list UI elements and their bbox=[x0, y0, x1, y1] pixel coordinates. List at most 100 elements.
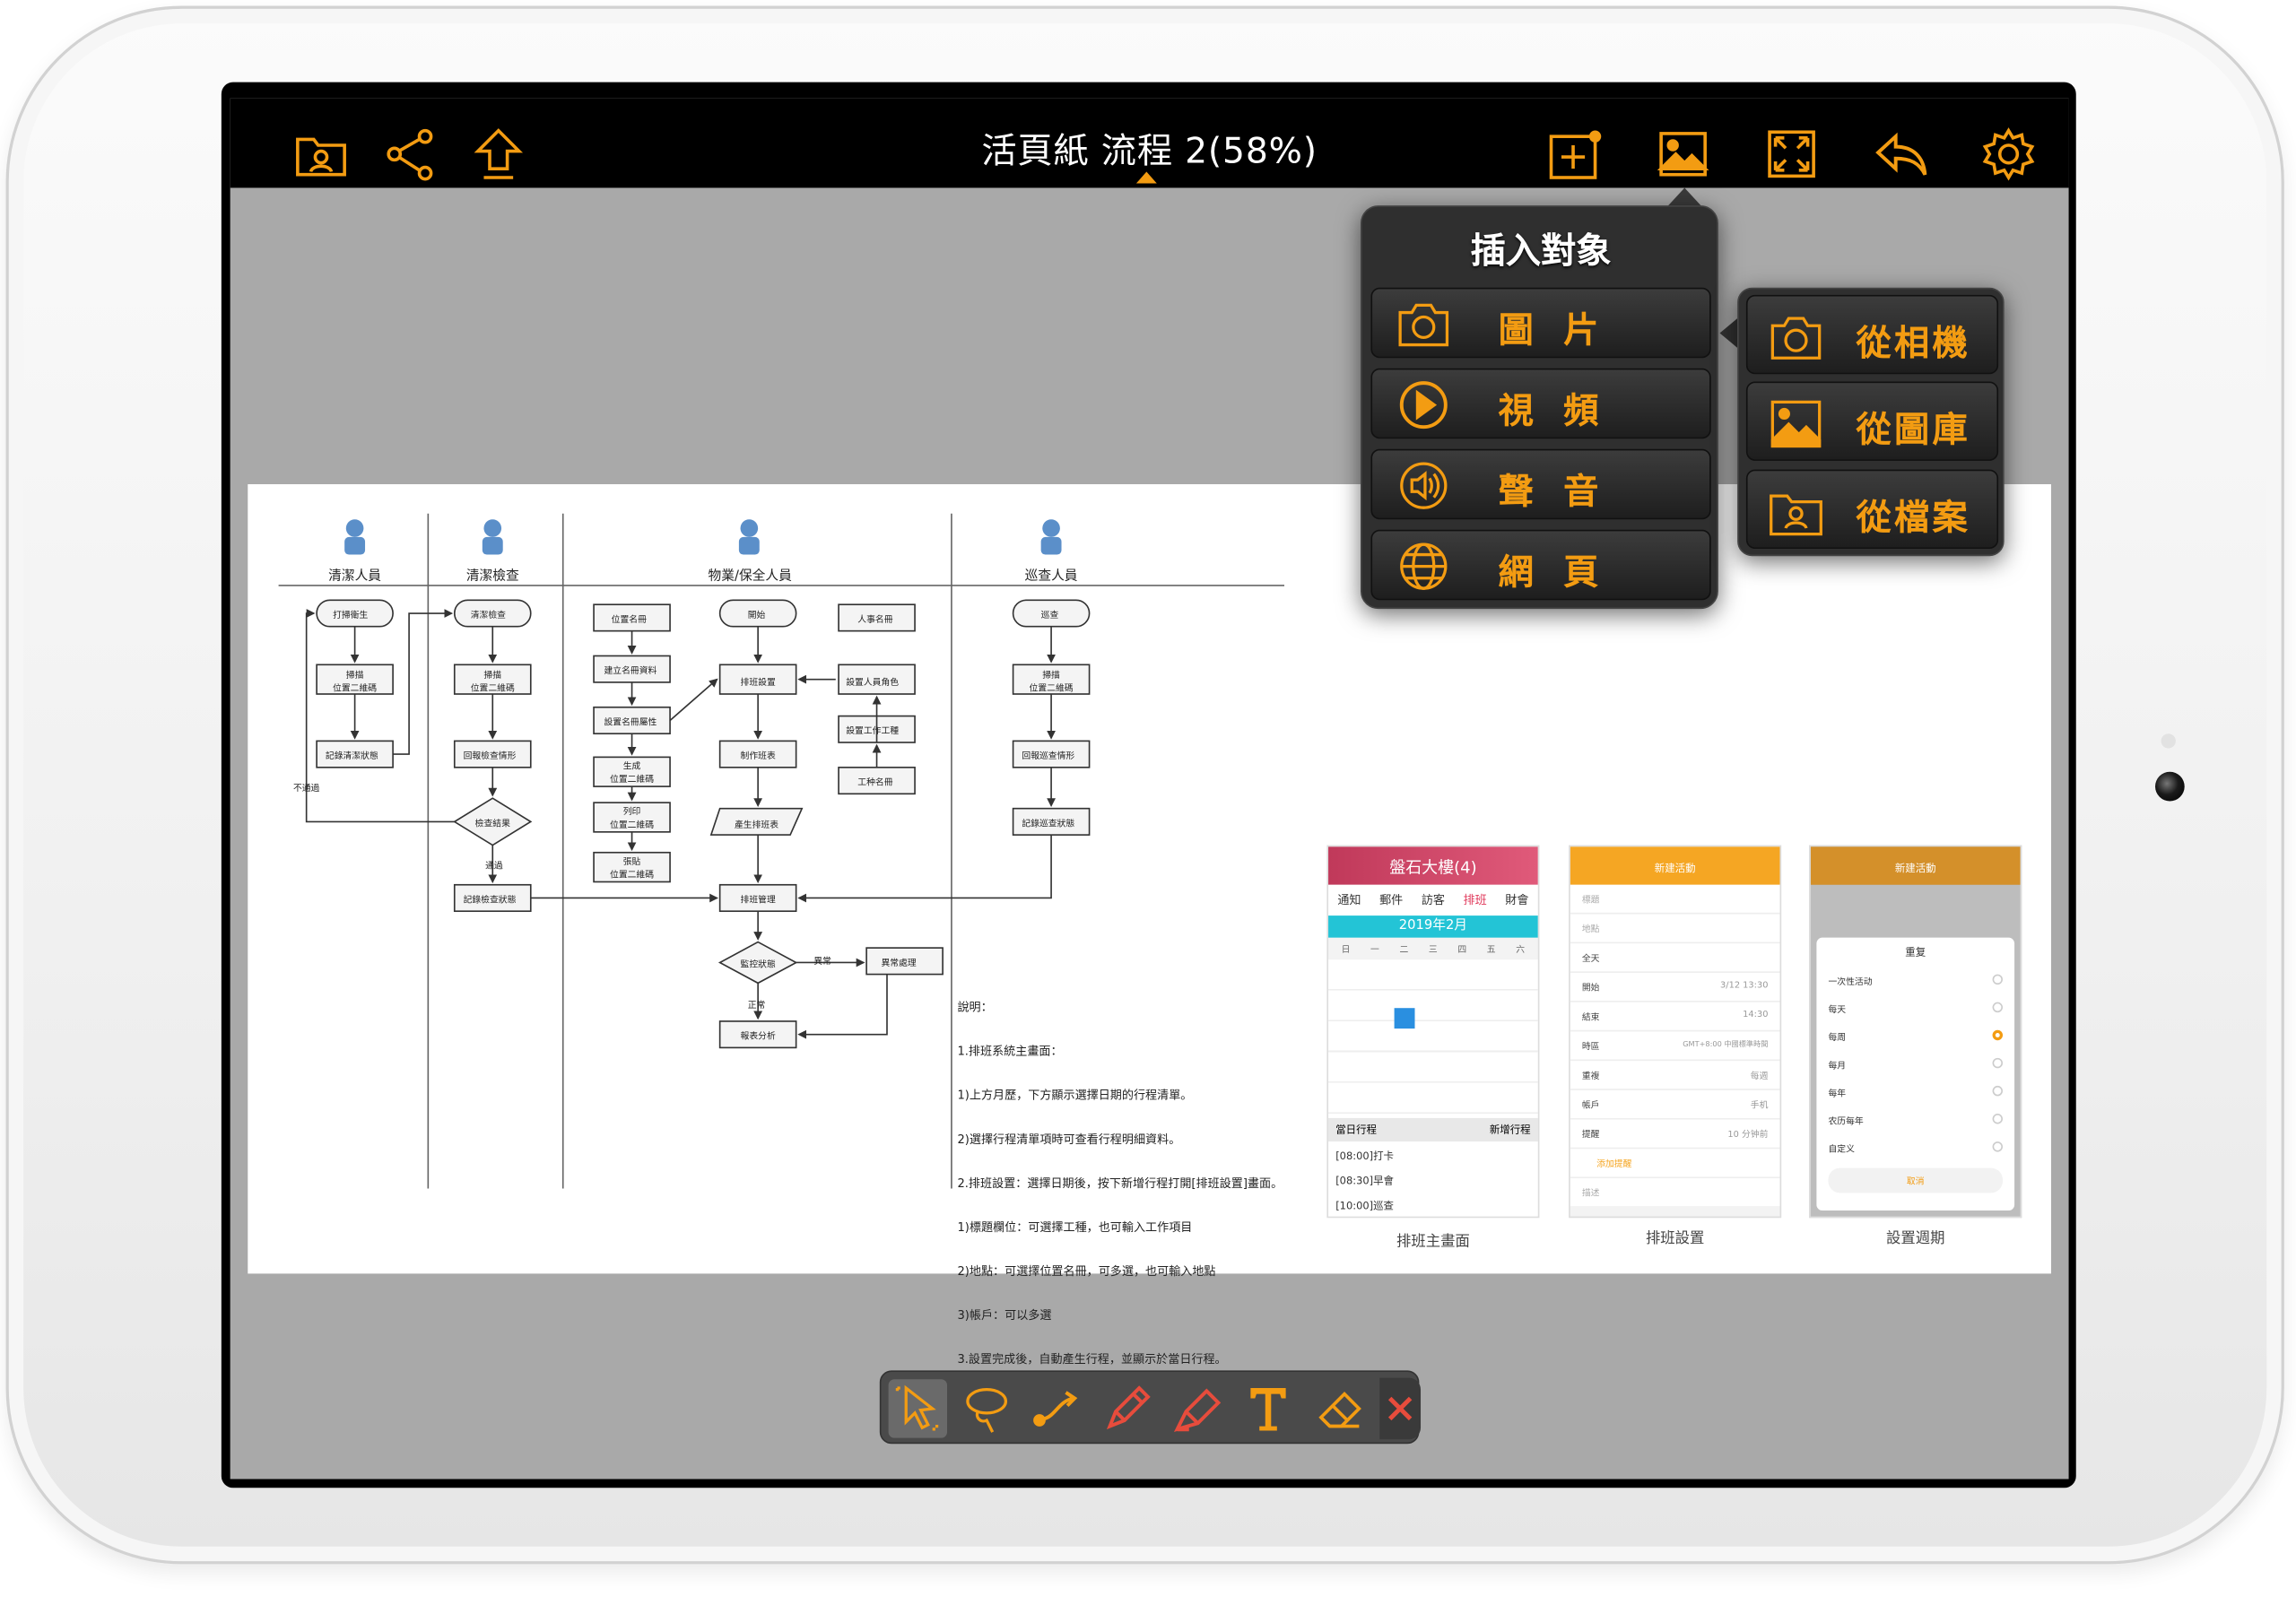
form-row: 帳戶 bbox=[1581, 1100, 1600, 1111]
note-line: 說明： bbox=[957, 1001, 993, 1014]
insert-audio-item[interactable]: 聲 音 bbox=[1370, 448, 1711, 520]
flow-node: 掃描 位置二維碼 bbox=[470, 670, 515, 695]
flow-node: 監控狀態 bbox=[740, 959, 776, 970]
shot-header: 新建活動 bbox=[1570, 846, 1780, 885]
highlighter-icon[interactable] bbox=[1169, 1379, 1227, 1437]
note-line: 3.設置完成後，自動產生行程，並顯示於當日行程。 bbox=[957, 1352, 1227, 1367]
flow-node: 回報檢查情形 bbox=[463, 751, 517, 762]
repeat-option: 每周 bbox=[1828, 1033, 1847, 1044]
flow-node: 工种名冊 bbox=[857, 777, 893, 788]
note-line: 2)地點：可選擇位置名冊，可多選，也可輸入地點 bbox=[957, 1264, 1216, 1279]
image-source-submenu: 從相機 從圖庫 從檔案 bbox=[1737, 287, 2005, 557]
flow-label: 通過 bbox=[485, 861, 503, 872]
insert-picture-item[interactable]: 圖 片 bbox=[1370, 287, 1711, 359]
shot-section-left: 當日行程 bbox=[1335, 1124, 1377, 1136]
play-icon bbox=[1399, 381, 1448, 430]
screenshot-caption: 排班主畫面 bbox=[1396, 1234, 1470, 1251]
note-line: 1)上方月歷，下方顯示選擇日期的行程清單。 bbox=[957, 1089, 1193, 1102]
flow-node: 設置名冊屬性 bbox=[604, 717, 657, 728]
weekday: 一 bbox=[1370, 944, 1379, 956]
repeat-option: 每年 bbox=[1828, 1089, 1847, 1099]
form-row: 重複 bbox=[1581, 1071, 1600, 1082]
add-page-icon[interactable] bbox=[1545, 125, 1604, 183]
flow-node: 張貼 位置二維碼 bbox=[610, 856, 655, 881]
lasso-icon[interactable] bbox=[957, 1379, 1015, 1437]
shot-weekdays: 日 一 二 三 四 五 六 bbox=[1328, 938, 1538, 960]
undo-icon[interactable] bbox=[1873, 125, 1931, 183]
repeat-option: 每天 bbox=[1828, 1004, 1847, 1016]
eraser-icon[interactable] bbox=[1309, 1379, 1368, 1437]
flow-node: 列印 位置二維碼 bbox=[610, 807, 655, 831]
image-icon[interactable] bbox=[1654, 125, 1712, 183]
form-row: 描述 bbox=[1581, 1188, 1600, 1199]
worksheet-page[interactable]: 清潔人員 清潔檢查 物業/保全人員 巡查人員 打掃衛生 掃描 位置二維碼 記錄清… bbox=[248, 484, 2051, 1366]
shot-calendar-grid bbox=[1328, 959, 1538, 1118]
globe-icon bbox=[1400, 542, 1448, 590]
note-line: 3)帳戶：可以多選 bbox=[957, 1308, 1052, 1323]
submenu-item-label: 從檔案 bbox=[1856, 497, 1971, 539]
fullscreen-icon[interactable] bbox=[1762, 125, 1821, 183]
lane-title: 清潔人員 bbox=[328, 568, 382, 585]
insert-menu-title: 插入對象 bbox=[1470, 230, 1612, 272]
insert-item-label: 網 頁 bbox=[1498, 551, 1608, 594]
flow-node: 產生排班表 bbox=[734, 820, 779, 831]
flow-node: 檢查結果 bbox=[474, 819, 510, 829]
light-sensor bbox=[2161, 733, 2176, 749]
shot-tabs: 通知 郵件 訪客 排班 財會 bbox=[1328, 884, 1538, 916]
from-camera-item[interactable]: 從相機 bbox=[1745, 294, 1999, 375]
lane-title: 清潔檢查 bbox=[465, 568, 519, 585]
insert-video-item[interactable]: 視 頻 bbox=[1370, 368, 1711, 439]
screenshot-repeat-setting: 新建活動 重复 一次性活动 每天 每周 每月 每年 农历每年 自定义 取消 bbox=[1809, 845, 2022, 1219]
flow-node: 制作班表 bbox=[740, 751, 776, 762]
lane-title: 巡查人員 bbox=[1024, 568, 1078, 585]
event-item: [08:30]早會 bbox=[1335, 1175, 1395, 1187]
connector-icon[interactable] bbox=[1028, 1379, 1086, 1437]
flow-node: 記錄巡查狀態 bbox=[1022, 819, 1075, 829]
lane-title: 物業/保全人員 bbox=[708, 568, 792, 585]
submenu-item-label: 從相機 bbox=[1856, 323, 1971, 364]
shot-tab: 通知 bbox=[1337, 893, 1361, 907]
from-file-item[interactable]: 從檔案 bbox=[1745, 469, 1999, 550]
flow-node: 排班設置 bbox=[740, 678, 776, 689]
select-icon[interactable] bbox=[888, 1379, 948, 1438]
flow-node: 掃描 位置二維碼 bbox=[1029, 670, 1074, 695]
close-toolbar-button[interactable] bbox=[1379, 1377, 1422, 1440]
insert-webpage-item[interactable]: 網 頁 bbox=[1370, 529, 1711, 601]
flow-node: 生成 位置二維碼 bbox=[610, 761, 655, 785]
repeat-option: 一次性活动 bbox=[1828, 976, 1873, 988]
shot-header: 新建活動 bbox=[1810, 846, 2021, 885]
screenshot-caption: 排班設置 bbox=[1645, 1230, 1705, 1247]
screenshot-caption: 設置週期 bbox=[1886, 1230, 1945, 1247]
shot-section-right: 新增行程 bbox=[1489, 1124, 1531, 1136]
weekday: 二 bbox=[1399, 944, 1409, 956]
flow-node: 人事名冊 bbox=[857, 614, 893, 626]
shot-tab: 排班 bbox=[1463, 893, 1487, 907]
note-line: 2)選擇行程清單項時可查看行程明細資料。 bbox=[957, 1132, 1181, 1147]
flow-node: 位置名冊 bbox=[611, 614, 647, 626]
flow-node: 回報巡查情形 bbox=[1022, 751, 1075, 762]
note-line: 2.排班設置：選擇日期後，按下新增行程打開[排班設置]畫面。 bbox=[957, 1176, 1283, 1191]
event-item: [08:00]打卡 bbox=[1335, 1150, 1395, 1163]
flow-node: 報表分析 bbox=[740, 1031, 776, 1042]
weekday: 六 bbox=[1516, 944, 1526, 956]
pencil-icon[interactable] bbox=[1098, 1379, 1156, 1437]
camera-icon bbox=[1398, 303, 1449, 347]
insert-item-label: 圖 片 bbox=[1498, 309, 1608, 351]
form-value: 10 分钟前 bbox=[1727, 1130, 1769, 1141]
shot-month: 2019年2月 bbox=[1328, 915, 1538, 938]
form-value: 14:30 bbox=[1743, 1009, 1769, 1020]
drawing-toolbar bbox=[879, 1370, 1422, 1445]
title-dropdown-caret-icon[interactable] bbox=[1135, 171, 1157, 184]
submenu-caret bbox=[1719, 318, 1738, 348]
shot-header: 盤石大樓(4) bbox=[1328, 846, 1538, 885]
text-icon[interactable] bbox=[1239, 1379, 1297, 1437]
folder-user-icon bbox=[1770, 494, 1822, 536]
flow-label: 異常 bbox=[813, 956, 831, 968]
from-gallery-item[interactable]: 從圖庫 bbox=[1745, 381, 1999, 461]
close-icon bbox=[1387, 1396, 1413, 1421]
flow-node: 異常處理 bbox=[881, 958, 917, 969]
flow-node: 打掃衛生 bbox=[333, 610, 369, 621]
settings-icon[interactable] bbox=[1979, 125, 2038, 183]
screenshot-schedule-settings: 新建活動 標題 地點 全天 開始 3/12 13:30 結束 14:30 時區 GMT… bbox=[1569, 845, 1782, 1219]
form-row: 全天 bbox=[1570, 943, 1780, 973]
